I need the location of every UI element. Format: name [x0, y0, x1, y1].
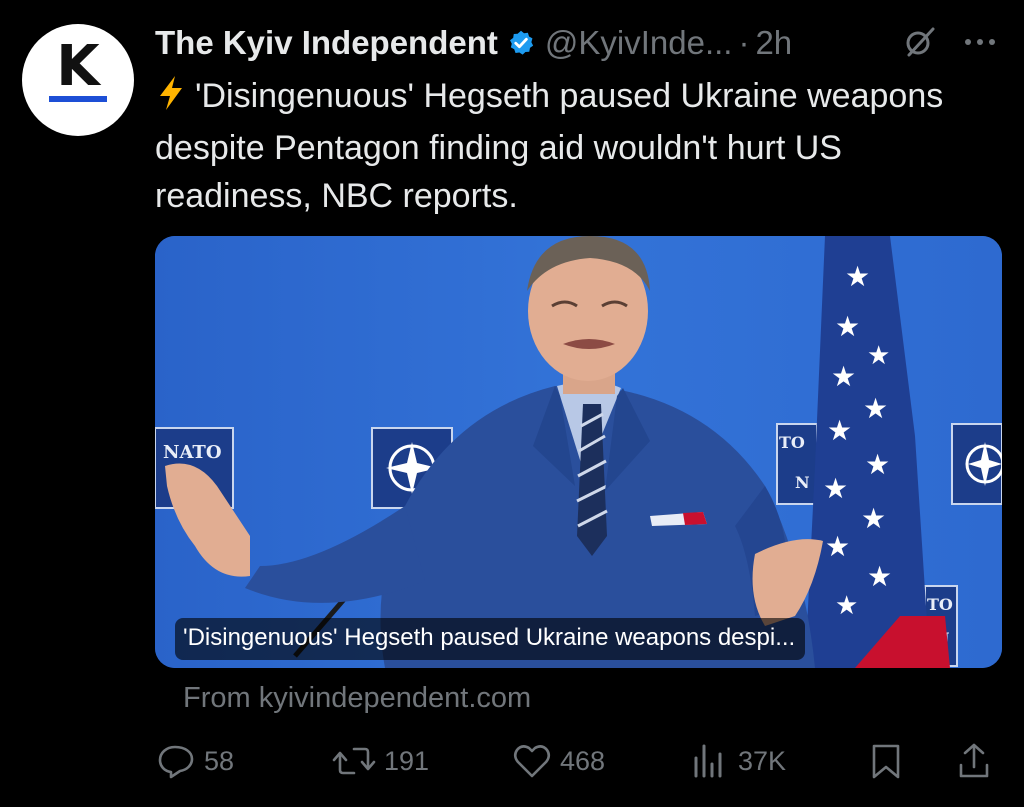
tweet-body-text: 'Disingenuous' Hegseth paused Ukraine we…: [155, 77, 944, 215]
share-button[interactable]: [956, 742, 992, 780]
reply-count: 58: [204, 745, 235, 776]
like-button[interactable]: 468: [512, 742, 605, 780]
card-caption: 'Disingenuous' Hegseth paused Ukraine we…: [175, 618, 806, 660]
svg-text:★: ★: [861, 502, 886, 535]
link-card[interactable]: NATO TO N TO N ★ ★ ★: [155, 236, 1002, 668]
repost-button[interactable]: 191: [332, 742, 429, 780]
svg-text:★: ★: [825, 530, 850, 563]
nato-sign-mid: TO N: [776, 423, 818, 505]
reply-button[interactable]: 58: [156, 742, 234, 780]
svg-text:★: ★: [835, 591, 858, 621]
avatar-logo-letter: K: [56, 34, 100, 99]
bookmark-button[interactable]: [868, 742, 904, 780]
view-count: 37K: [738, 745, 787, 776]
bookmark-icon: [872, 744, 900, 779]
svg-text:★: ★: [845, 260, 870, 293]
analytics-icon: [694, 744, 722, 778]
author-name[interactable]: The Kyiv Independent: [155, 24, 498, 62]
header-separator: ·: [738, 24, 750, 61]
action-bar: 58 191 468 37K: [0, 738, 1024, 784]
svg-text:★: ★: [827, 414, 852, 447]
card-source-link[interactable]: From kyivindependent.com: [183, 682, 531, 715]
nato-sign-mid-text-1: TO: [779, 433, 805, 452]
svg-text:★: ★: [867, 560, 892, 593]
like-count: 468: [560, 745, 606, 776]
views-button[interactable]: 37K: [690, 742, 786, 780]
nato-sign-left-text: NATO: [163, 442, 222, 463]
heart-icon: [513, 745, 551, 778]
nato-emblem-right-icon: [951, 423, 1002, 505]
repost-icon: [332, 747, 376, 775]
svg-text:★: ★: [831, 360, 856, 393]
author-handle[interactable]: @KyivInde...: [545, 24, 733, 62]
svg-text:★: ★: [835, 310, 860, 343]
svg-text:★: ★: [823, 472, 848, 505]
article-photo: NATO TO N TO N ★ ★ ★: [155, 236, 1002, 668]
reply-icon: [158, 745, 194, 779]
tweet-timestamp[interactable]: 2h: [755, 24, 792, 62]
tweet-text: 'Disingenuous' Hegseth paused Ukraine we…: [155, 72, 1005, 220]
svg-text:★: ★: [863, 392, 888, 425]
tweet-header: The Kyiv Independent @KyivInde... · 2h: [155, 18, 792, 68]
svg-text:★: ★: [865, 448, 890, 481]
share-icon: [959, 743, 989, 778]
lightning-bolt-icon: [155, 75, 195, 124]
nato-sign-mid-text-2: N: [795, 473, 810, 492]
svg-text:★: ★: [867, 341, 890, 371]
repost-count: 191: [384, 745, 430, 776]
more-options-icon[interactable]: [960, 24, 1000, 65]
author-avatar[interactable]: K: [22, 24, 134, 136]
verified-badge-icon[interactable]: [507, 29, 535, 57]
nato-sign-bottom-text-1: TO: [927, 595, 953, 614]
avatar-logo-underline: [49, 96, 107, 102]
grok-icon[interactable]: [902, 24, 938, 65]
